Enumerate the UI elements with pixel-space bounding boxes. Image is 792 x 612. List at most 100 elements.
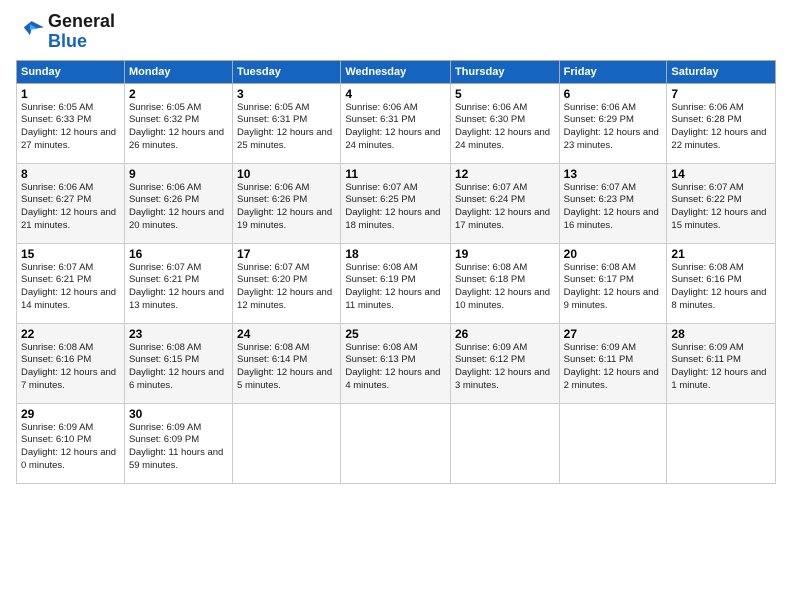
day-info: Sunrise: 6:09 AMSunset: 6:09 PMDaylight:… [129,422,223,471]
calendar-cell: 12 Sunrise: 6:07 AMSunset: 6:24 PMDaylig… [450,163,559,243]
day-info: Sunrise: 6:05 AMSunset: 6:32 PMDaylight:… [129,102,224,151]
calendar-cell: 13 Sunrise: 6:07 AMSunset: 6:23 PMDaylig… [559,163,667,243]
day-number: 9 [129,167,228,181]
calendar-cell: 24 Sunrise: 6:08 AMSunset: 6:14 PMDaylig… [233,323,341,403]
day-number: 17 [237,247,336,261]
day-number: 11 [345,167,446,181]
logo-text: General Blue [48,12,115,52]
page-header: General Blue [16,12,776,52]
calendar-cell: 17 Sunrise: 6:07 AMSunset: 6:20 PMDaylig… [233,243,341,323]
calendar-cell: 18 Sunrise: 6:08 AMSunset: 6:19 PMDaylig… [341,243,451,323]
calendar-cell: 20 Sunrise: 6:08 AMSunset: 6:17 PMDaylig… [559,243,667,323]
day-info: Sunrise: 6:06 AMSunset: 6:29 PMDaylight:… [564,102,659,151]
calendar-cell: 22 Sunrise: 6:08 AMSunset: 6:16 PMDaylig… [17,323,125,403]
day-info: Sunrise: 6:07 AMSunset: 6:22 PMDaylight:… [671,182,766,231]
calendar-cell: 26 Sunrise: 6:09 AMSunset: 6:12 PMDaylig… [450,323,559,403]
day-number: 23 [129,327,228,341]
calendar-cell: 1 Sunrise: 6:05 AMSunset: 6:33 PMDayligh… [17,83,125,163]
logo-bird-icon [16,18,44,46]
day-info: Sunrise: 6:07 AMSunset: 6:24 PMDaylight:… [455,182,550,231]
day-number: 18 [345,247,446,261]
weekday-header-tuesday: Tuesday [233,60,341,83]
day-info: Sunrise: 6:08 AMSunset: 6:16 PMDaylight:… [21,342,116,391]
calendar-cell: 9 Sunrise: 6:06 AMSunset: 6:26 PMDayligh… [124,163,232,243]
calendar-cell: 8 Sunrise: 6:06 AMSunset: 6:27 PMDayligh… [17,163,125,243]
calendar-cell: 11 Sunrise: 6:07 AMSunset: 6:25 PMDaylig… [341,163,451,243]
day-number: 5 [455,87,555,101]
calendar-cell [667,403,776,483]
day-info: Sunrise: 6:08 AMSunset: 6:15 PMDaylight:… [129,342,224,391]
calendar-cell: 29 Sunrise: 6:09 AMSunset: 6:10 PMDaylig… [17,403,125,483]
day-info: Sunrise: 6:09 AMSunset: 6:10 PMDaylight:… [21,422,116,471]
day-number: 4 [345,87,446,101]
day-number: 24 [237,327,336,341]
day-number: 13 [564,167,663,181]
calendar-cell: 21 Sunrise: 6:08 AMSunset: 6:16 PMDaylig… [667,243,776,323]
day-info: Sunrise: 6:07 AMSunset: 6:23 PMDaylight:… [564,182,659,231]
weekday-header-thursday: Thursday [450,60,559,83]
logo-blue: Blue [48,31,87,51]
calendar-table: SundayMondayTuesdayWednesdayThursdayFrid… [16,60,776,484]
week-row-3: 15 Sunrise: 6:07 AMSunset: 6:21 PMDaylig… [17,243,776,323]
calendar-cell [559,403,667,483]
calendar-cell: 14 Sunrise: 6:07 AMSunset: 6:22 PMDaylig… [667,163,776,243]
day-info: Sunrise: 6:08 AMSunset: 6:18 PMDaylight:… [455,262,550,311]
day-info: Sunrise: 6:06 AMSunset: 6:31 PMDaylight:… [345,102,440,151]
day-info: Sunrise: 6:08 AMSunset: 6:14 PMDaylight:… [237,342,332,391]
day-info: Sunrise: 6:06 AMSunset: 6:30 PMDaylight:… [455,102,550,151]
day-info: Sunrise: 6:07 AMSunset: 6:21 PMDaylight:… [129,262,224,311]
day-info: Sunrise: 6:05 AMSunset: 6:31 PMDaylight:… [237,102,332,151]
day-info: Sunrise: 6:08 AMSunset: 6:17 PMDaylight:… [564,262,659,311]
day-number: 10 [237,167,336,181]
week-row-5: 29 Sunrise: 6:09 AMSunset: 6:10 PMDaylig… [17,403,776,483]
calendar-cell: 4 Sunrise: 6:06 AMSunset: 6:31 PMDayligh… [341,83,451,163]
week-row-2: 8 Sunrise: 6:06 AMSunset: 6:27 PMDayligh… [17,163,776,243]
day-number: 7 [671,87,771,101]
weekday-header-saturday: Saturday [667,60,776,83]
day-number: 16 [129,247,228,261]
day-number: 21 [671,247,771,261]
day-info: Sunrise: 6:06 AMSunset: 6:26 PMDaylight:… [237,182,332,231]
week-row-4: 22 Sunrise: 6:08 AMSunset: 6:16 PMDaylig… [17,323,776,403]
day-number: 26 [455,327,555,341]
day-number: 28 [671,327,771,341]
weekday-header-monday: Monday [124,60,232,83]
weekday-header-wednesday: Wednesday [341,60,451,83]
calendar-cell [341,403,451,483]
calendar-cell: 19 Sunrise: 6:08 AMSunset: 6:18 PMDaylig… [450,243,559,323]
week-row-1: 1 Sunrise: 6:05 AMSunset: 6:33 PMDayligh… [17,83,776,163]
day-number: 15 [21,247,120,261]
day-info: Sunrise: 6:06 AMSunset: 6:27 PMDaylight:… [21,182,116,231]
day-info: Sunrise: 6:07 AMSunset: 6:25 PMDaylight:… [345,182,440,231]
calendar-cell [233,403,341,483]
day-number: 25 [345,327,446,341]
day-number: 22 [21,327,120,341]
day-info: Sunrise: 6:09 AMSunset: 6:12 PMDaylight:… [455,342,550,391]
calendar-cell [450,403,559,483]
weekday-header-friday: Friday [559,60,667,83]
day-info: Sunrise: 6:06 AMSunset: 6:28 PMDaylight:… [671,102,766,151]
calendar-cell: 7 Sunrise: 6:06 AMSunset: 6:28 PMDayligh… [667,83,776,163]
day-info: Sunrise: 6:08 AMSunset: 6:16 PMDaylight:… [671,262,766,311]
weekday-header-row: SundayMondayTuesdayWednesdayThursdayFrid… [17,60,776,83]
day-number: 14 [671,167,771,181]
weekday-header-sunday: Sunday [17,60,125,83]
day-number: 20 [564,247,663,261]
day-info: Sunrise: 6:06 AMSunset: 6:26 PMDaylight:… [129,182,224,231]
calendar-cell: 5 Sunrise: 6:06 AMSunset: 6:30 PMDayligh… [450,83,559,163]
logo-general: General [48,11,115,31]
calendar-cell: 16 Sunrise: 6:07 AMSunset: 6:21 PMDaylig… [124,243,232,323]
day-number: 1 [21,87,120,101]
calendar-cell: 2 Sunrise: 6:05 AMSunset: 6:32 PMDayligh… [124,83,232,163]
day-number: 6 [564,87,663,101]
day-info: Sunrise: 6:09 AMSunset: 6:11 PMDaylight:… [564,342,659,391]
day-info: Sunrise: 6:07 AMSunset: 6:21 PMDaylight:… [21,262,116,311]
day-info: Sunrise: 6:07 AMSunset: 6:20 PMDaylight:… [237,262,332,311]
calendar-cell: 10 Sunrise: 6:06 AMSunset: 6:26 PMDaylig… [233,163,341,243]
calendar-cell: 28 Sunrise: 6:09 AMSunset: 6:11 PMDaylig… [667,323,776,403]
calendar-cell: 30 Sunrise: 6:09 AMSunset: 6:09 PMDaylig… [124,403,232,483]
day-number: 12 [455,167,555,181]
day-info: Sunrise: 6:05 AMSunset: 6:33 PMDaylight:… [21,102,116,151]
day-number: 19 [455,247,555,261]
logo: General Blue [16,12,115,52]
